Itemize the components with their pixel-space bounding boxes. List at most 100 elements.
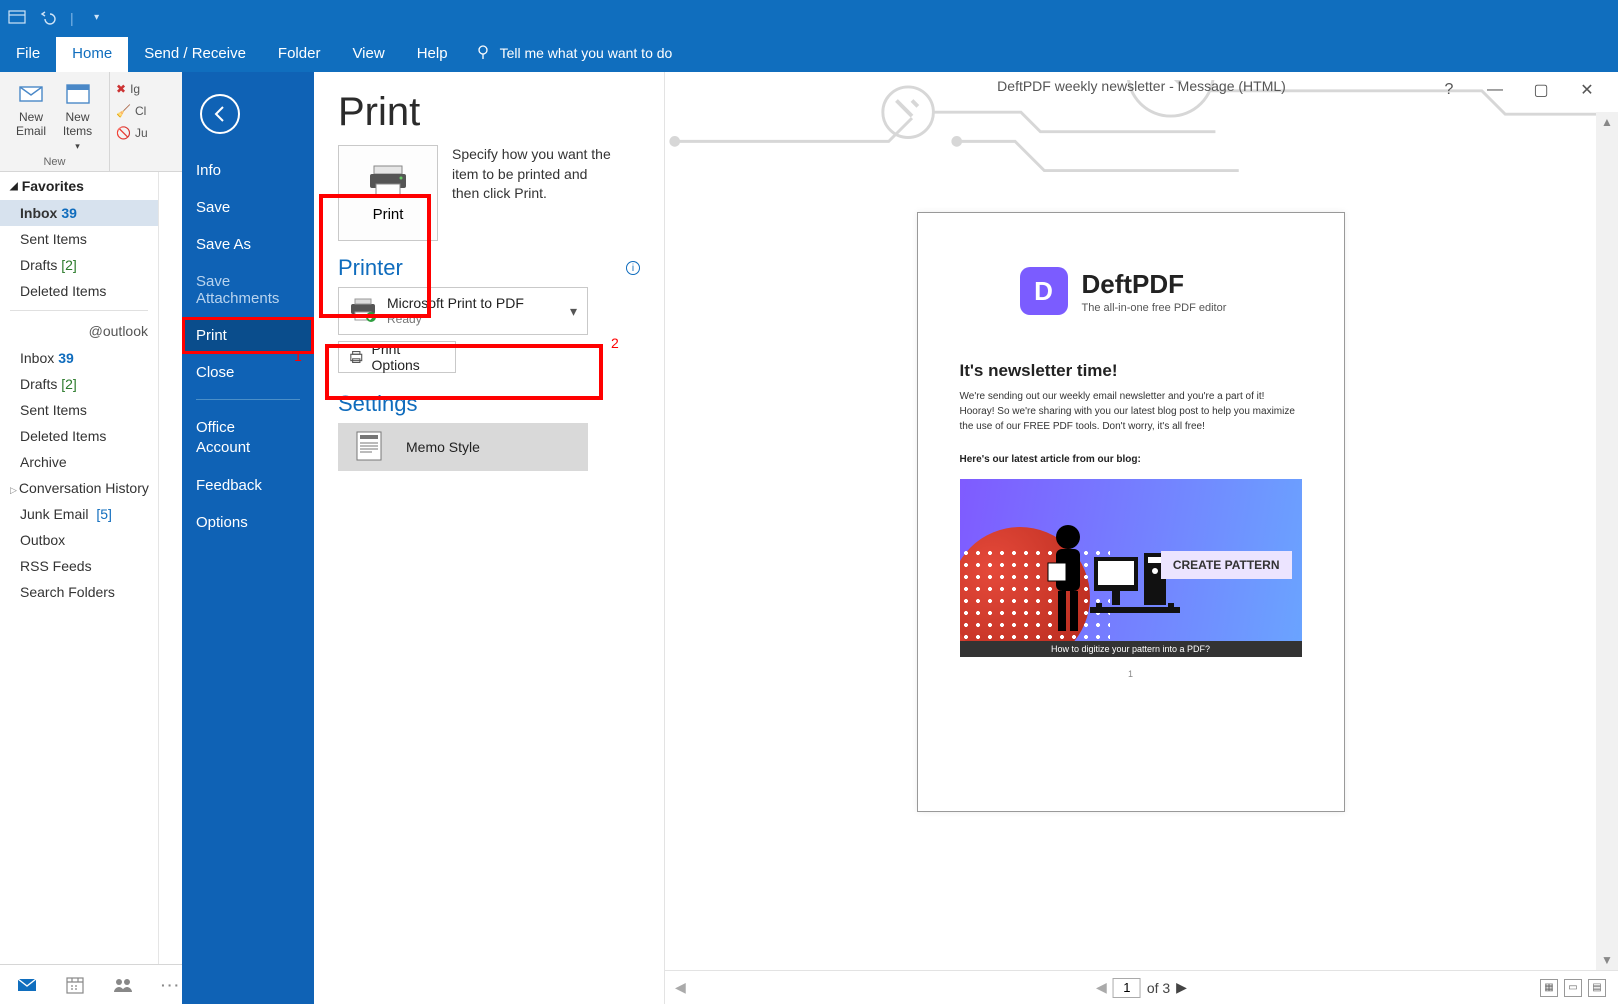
backstage-save-as[interactable]: Save As [182, 226, 314, 263]
annotation-2: 2 [611, 335, 619, 351]
printer-status: Ready [387, 312, 560, 326]
folder-inbox[interactable]: Inbox39 [0, 200, 158, 226]
tab-view[interactable]: View [336, 37, 400, 72]
qat-separator: | [70, 10, 74, 26]
page-number-input[interactable] [1113, 978, 1141, 998]
backstage-options[interactable]: Options [182, 504, 314, 541]
print-style-label: Memo Style [406, 439, 480, 455]
folder-drafts-2[interactable]: Drafts [2] [0, 371, 158, 397]
brand-tagline: The all-in-one free PDF editor [1082, 302, 1227, 314]
tab-send-receive[interactable]: Send / Receive [128, 37, 262, 72]
tab-help[interactable]: Help [401, 37, 464, 72]
backstage-save[interactable]: Save [182, 189, 314, 226]
folder-inbox-2[interactable]: Inbox39 [0, 345, 158, 371]
folder-deleted-items[interactable]: Deleted Items [0, 278, 158, 304]
backstage-feedback[interactable]: Feedback [182, 467, 314, 504]
ribbon-tabs: File Home Send / Receive Folder View Hel… [0, 35, 1618, 72]
ribbon-group-new-label: New [10, 156, 99, 168]
page-total-label: of 3 [1147, 980, 1170, 996]
backstage-sidebar: Info Save Save As Save Attachments 1 Pri… [182, 72, 314, 1004]
print-style-selector[interactable]: Memo Style [338, 423, 588, 471]
new-items-button[interactable]: New Items ▾ [56, 78, 99, 154]
folder-pane: ◢Favorites Inbox39 Sent Items Drafts [2]… [0, 172, 159, 964]
folder-sent-2[interactable]: Sent Items [0, 397, 158, 423]
tab-file[interactable]: File [0, 37, 56, 72]
prev-page-button[interactable]: ◀ [1096, 979, 1107, 996]
nav-calendar-icon[interactable] [64, 974, 86, 996]
cleanup-button[interactable]: 🧹Cl [116, 100, 148, 122]
new-items-label: New Items [63, 110, 92, 138]
folder-drafts[interactable]: Drafts [2] [0, 252, 158, 278]
tell-me-search[interactable]: Tell me what you want to do [474, 44, 673, 72]
qat-customize-icon[interactable]: ▾ [86, 7, 108, 29]
undo-icon[interactable] [36, 7, 58, 29]
hscroll-left-icon[interactable]: ◀ [675, 979, 686, 996]
junk-button[interactable]: 🚫Ju [116, 122, 148, 144]
hero-caption: How to digitize your pattern into a PDF? [960, 641, 1302, 657]
print-button-label: Print [373, 206, 404, 223]
tab-home[interactable]: Home [56, 37, 128, 72]
nav-more-icon[interactable]: ··· [160, 974, 182, 996]
folder-search-folders[interactable]: Search Folders [0, 579, 158, 605]
tell-me-label: Tell me what you want to do [500, 45, 673, 61]
folder-archive[interactable]: Archive [0, 449, 158, 475]
folder-conversation-history[interactable]: ▷Conversation History [0, 475, 158, 501]
new-email-button[interactable]: New Email [10, 78, 52, 154]
print-panel: Print 3 Print Specify how you want the i… [314, 72, 665, 1004]
folder-junk[interactable]: Junk Email [5] [0, 501, 158, 527]
preview-footer: ◀ of 3 ▶ ◀ ▦ ▭ ▤ [665, 970, 1618, 1004]
print-preview-area: DeftPDF weekly newsletter - Message (HTM… [665, 72, 1618, 1004]
quick-access-toolbar: | ▾ [0, 0, 1618, 35]
folder-sent-items[interactable]: Sent Items [0, 226, 158, 252]
print-options-button[interactable]: Print Options [338, 341, 456, 373]
folder-rss[interactable]: RSS Feeds [0, 553, 158, 579]
print-options-label: Print Options [372, 341, 445, 373]
zoom-page-icon[interactable]: ▭ [1564, 979, 1582, 997]
print-title: Print [338, 90, 640, 135]
backstage-office-account[interactable]: Office Account [182, 408, 314, 467]
backstage-divider [196, 399, 300, 400]
preview-headline: It's newsletter time! [960, 361, 1302, 381]
vertical-scrollbar[interactable]: ▲ ▼ [1596, 112, 1618, 970]
navigation-bar: ··· [0, 964, 182, 1004]
separator [10, 310, 148, 311]
ignore-button[interactable]: ✖Ig [116, 78, 148, 100]
nav-people-icon[interactable] [112, 974, 134, 996]
tab-folder[interactable]: Folder [262, 37, 337, 72]
deftpdf-logo: D [1020, 267, 1068, 315]
help-button[interactable]: ? [1440, 81, 1458, 99]
printer-section-header: Printer i [338, 255, 640, 281]
folder-deleted-2[interactable]: Deleted Items [0, 423, 158, 449]
chevron-down-icon: ▾ [570, 303, 577, 320]
close-button[interactable]: ✕ [1578, 80, 1596, 100]
print-button[interactable]: Print [338, 145, 438, 241]
person-icon [1038, 523, 1098, 643]
zoom-actual-icon[interactable]: ▦ [1540, 979, 1558, 997]
scroll-up-icon[interactable]: ▲ [1601, 116, 1613, 128]
backstage-info[interactable]: Info [182, 152, 314, 189]
memo-style-icon [356, 431, 382, 464]
maximize-button[interactable]: ▢ [1532, 80, 1550, 100]
hero-cta-button: CREATE PATTERN [1161, 551, 1292, 579]
back-button[interactable] [200, 94, 240, 134]
favorites-header[interactable]: ◢Favorites [0, 172, 158, 200]
nav-mail-icon[interactable] [16, 974, 38, 996]
new-email-label: New Email [16, 110, 46, 138]
zoom-multi-icon[interactable]: ▤ [1588, 979, 1606, 997]
preview-page-number: 1 [960, 669, 1302, 679]
folder-outbox[interactable]: Outbox [0, 527, 158, 553]
preview-body-text: We're sending out our weekly email newsl… [960, 389, 1302, 434]
printer-name: Microsoft Print to PDF [387, 295, 560, 312]
next-page-button[interactable]: ▶ [1176, 979, 1187, 996]
printer-info-icon[interactable]: i [626, 261, 640, 275]
app-icon[interactable] [6, 7, 28, 29]
preview-page: D DeftPDF The all-in-one free PDF editor… [917, 212, 1345, 812]
scroll-down-icon[interactable]: ▼ [1601, 954, 1613, 966]
backstage-save-attachments: Save Attachments [182, 263, 314, 317]
settings-section-header: Settings [338, 391, 640, 417]
account-header[interactable]: @outlook [0, 317, 158, 345]
preview-hero-image: CREATE PATTERN How to digitize your patt… [960, 479, 1302, 657]
printer-icon [349, 298, 377, 325]
minimize-button[interactable]: — [1486, 81, 1504, 99]
printer-dropdown[interactable]: Microsoft Print to PDF Ready ▾ [338, 287, 588, 335]
